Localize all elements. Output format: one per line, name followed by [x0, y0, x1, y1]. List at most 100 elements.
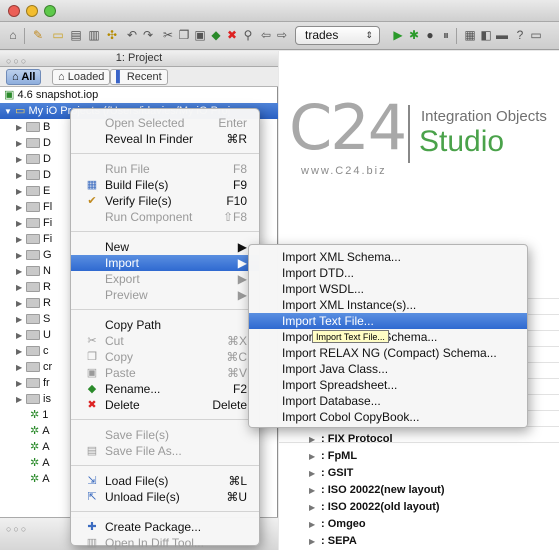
menu-item-open-selected[interactable]: Open Selected Enter	[71, 115, 259, 131]
build-icon[interactable]: ✣	[104, 27, 120, 43]
stop-icon[interactable]: ●	[422, 27, 438, 43]
tab-recent[interactable]: ▌ Recent	[110, 69, 168, 85]
zoom-window-button[interactable]	[44, 5, 56, 17]
close-window-button[interactable]	[8, 5, 20, 17]
menu-item-build-file-s[interactable]: ▦ Build File(s) F9	[71, 177, 259, 193]
menu-item-load-file-s[interactable]: ⇲ Load File(s) ⌘L	[71, 473, 259, 489]
menu-item-save-file-as[interactable]: ▤ Save File As...	[71, 443, 259, 459]
search-icon[interactable]: ⚲	[240, 27, 256, 43]
menu-item-reveal-in-finder[interactable]: Reveal In Finder ⌘R	[71, 131, 259, 147]
menu-separator	[71, 153, 259, 154]
tab-loaded[interactable]: ⌂ Loaded	[52, 69, 111, 85]
tree-item[interactable]: ▶ B	[0, 119, 50, 135]
menu-item-rename[interactable]: ◆ Rename... F2	[71, 381, 259, 397]
delete-icon[interactable]: ✖	[224, 27, 240, 43]
configuration-select[interactable]: trades ⇕	[295, 26, 380, 45]
menu-item-unload-file-s[interactable]: ⇱ Unload File(s) ⌘U	[71, 489, 259, 505]
tree-item[interactable]: ▶ is	[0, 391, 51, 407]
submenu-item-import-text-file[interactable]: Import Text File...	[249, 313, 527, 329]
tab-all[interactable]: ⌂ All	[6, 69, 42, 85]
snapshot-row[interactable]: ▣ 4.6 snapshot.iop	[0, 87, 278, 103]
rename-icon[interactable]: ◆	[208, 27, 224, 43]
submenu-item-import-dtd[interactable]: Import DTD...	[249, 265, 527, 281]
save-icon[interactable]: ▤	[68, 27, 84, 43]
bottom-panel-controls-icon[interactable]: ○○○	[6, 524, 28, 534]
tree-item[interactable]: ✲ A	[0, 471, 50, 487]
folder-icon	[26, 154, 40, 165]
submenu-item-import-java-class[interactable]: Import Java Class...	[249, 361, 527, 377]
redo-icon[interactable]: ↷	[140, 27, 156, 43]
tree-item[interactable]: ✲ 1	[0, 407, 48, 423]
panel-icon[interactable]: ◧	[478, 27, 494, 43]
menu-item-copy[interactable]: ❐ Copy ⌘C	[71, 349, 259, 365]
standard-tree-item[interactable]: ▶: FpML	[309, 448, 357, 465]
standard-tree-item[interactable]: ▶: GSIT	[309, 465, 353, 482]
save-all-icon[interactable]: ▥	[86, 27, 102, 43]
tree-item[interactable]: ▶ R	[0, 279, 51, 295]
standard-tree-item[interactable]: ▶: Omgeo	[309, 516, 366, 533]
tree-item[interactable]: ▶ Fi	[0, 231, 52, 247]
debug-icon[interactable]: ✱	[406, 27, 422, 43]
standard-tree-item[interactable]: ▶: ISO 20022(old layout)	[309, 499, 440, 516]
tree-item[interactable]: ▶ E	[0, 183, 50, 199]
tree-item[interactable]: ▶ Fl	[0, 199, 52, 215]
tree-item[interactable]: ▶ Fi	[0, 215, 52, 231]
tree-item[interactable]: ✲ A	[0, 423, 50, 439]
menu-item-create-package[interactable]: ✚ Create Package...	[71, 519, 259, 535]
menu-item-delete[interactable]: ✖ Delete Delete	[71, 397, 259, 413]
tree-item[interactable]: ▶ N	[0, 263, 51, 279]
menu-item-export[interactable]: Export ▶	[71, 271, 259, 287]
submenu-item-import-wsdl[interactable]: Import WSDL...	[249, 281, 527, 297]
open-folder-icon[interactable]: ▭	[50, 27, 66, 43]
tree-item[interactable]: ✲ A	[0, 455, 50, 471]
menu-item-run-component[interactable]: Run Component ⇧F8	[71, 209, 259, 225]
tree-item[interactable]: ▶ cr	[0, 359, 52, 375]
home-icon[interactable]: ⌂	[5, 27, 21, 43]
info-icon[interactable]: ▭	[528, 27, 544, 43]
standard-tree-item[interactable]: ▶: ISO 20022(new layout)	[309, 482, 445, 499]
submenu-item-import-database[interactable]: Import Database...	[249, 393, 527, 409]
tree-item[interactable]: ▶ c	[0, 343, 49, 359]
tree-item[interactable]: ▶ fr	[0, 375, 50, 391]
menu-item-cut[interactable]: ✂ Cut ⌘X	[71, 333, 259, 349]
menu-item-verify-file-s[interactable]: ✔ Verify File(s) F10	[71, 193, 259, 209]
wand-icon[interactable]: ✎	[30, 27, 46, 43]
submenu-item-import-xml-schema[interactable]: Import XML Schema...	[249, 249, 527, 265]
tree-item[interactable]: ▶ D	[0, 135, 51, 151]
menu-item-copy-path[interactable]: Copy Path	[71, 317, 259, 333]
undo-icon[interactable]: ↶	[124, 27, 140, 43]
standard-tree-item[interactable]: ▶: SEPA	[309, 533, 357, 550]
tree-item[interactable]: ✲ A	[0, 439, 50, 455]
tree-item[interactable]: ▶ R	[0, 295, 51, 311]
submenu-item-import-cobol-copybook[interactable]: Import Cobol CopyBook...	[249, 409, 527, 425]
submenu-item-import-xml-instance-s[interactable]: Import XML Instance(s)...	[249, 297, 527, 313]
submenu-item-import-relax-ng-compact-schema[interactable]: Import RELAX NG (Compact) Schema...	[249, 345, 527, 361]
menu-item-new[interactable]: New ▶	[71, 239, 259, 255]
menu-item-save-file-s[interactable]: Save File(s)	[71, 427, 259, 443]
minimize-window-button[interactable]	[26, 5, 38, 17]
standard-tree-item[interactable]: ▶: FIX Protocol	[309, 431, 393, 448]
tree-item[interactable]: ▶ S	[0, 311, 50, 327]
submenu-item-import-spreadsheet[interactable]: Import Spreadsheet...	[249, 377, 527, 393]
file-icon: ✲	[30, 441, 40, 453]
menu-item-open-in-diff-tool[interactable]: ▥ Open In Diff Tool...	[71, 535, 259, 550]
tree-item[interactable]: ▶ U	[0, 327, 51, 343]
menu-item-preview[interactable]: Preview ▶	[71, 287, 259, 303]
pause-icon[interactable]: ⏸	[438, 27, 454, 43]
help-icon[interactable]: ?	[512, 27, 528, 43]
tree-item[interactable]: ▶ D	[0, 167, 51, 183]
back-icon[interactable]: ⇦	[258, 27, 274, 43]
tree-item[interactable]: ▶ D	[0, 151, 51, 167]
layout-icon[interactable]: ▦	[462, 27, 478, 43]
forward-icon[interactable]: ⇨	[274, 27, 290, 43]
paste-icon[interactable]: ▣	[192, 27, 208, 43]
monitor-icon[interactable]: ▬	[494, 27, 510, 43]
menu-item-paste[interactable]: ▣ Paste ⌘V	[71, 365, 259, 381]
menu-item-run-file[interactable]: Run File F8	[71, 161, 259, 177]
tree-item[interactable]: ▶ G	[0, 247, 52, 263]
copy-icon[interactable]: ❐	[176, 27, 192, 43]
run-icon[interactable]: ▶	[390, 27, 406, 43]
menu-item-import[interactable]: Import ▶	[71, 255, 259, 271]
cut-icon[interactable]: ✂	[160, 27, 176, 43]
folder-icon	[26, 218, 40, 229]
